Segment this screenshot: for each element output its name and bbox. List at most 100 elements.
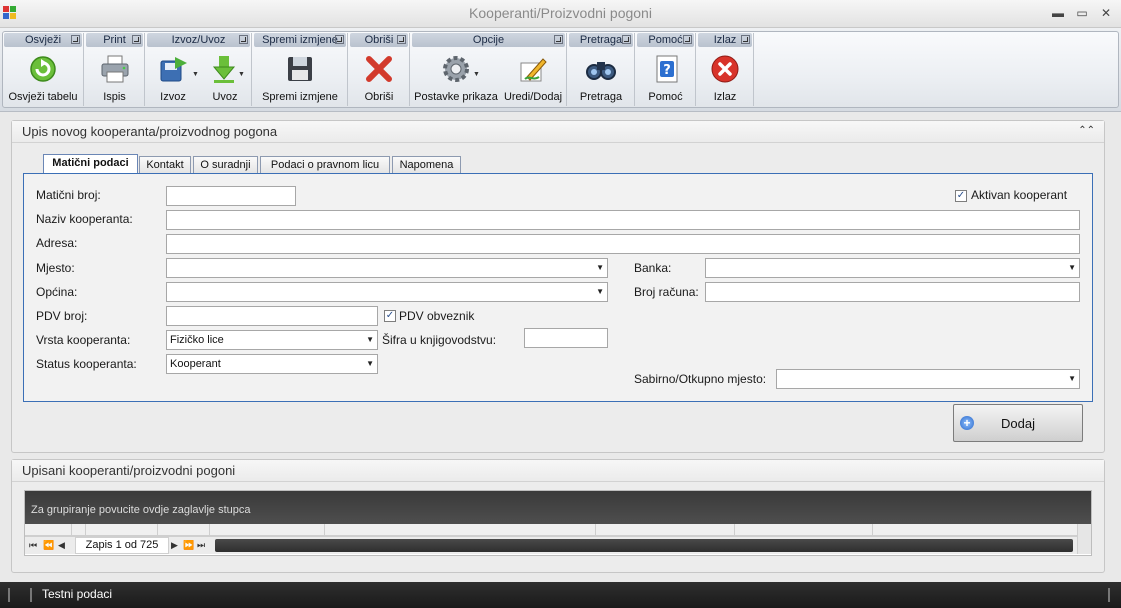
ribbon-group-pretraga: Pretraga Pretraga: [568, 33, 635, 106]
mjesto-select[interactable]: ▼: [166, 258, 608, 278]
ribbon-group-spremi: Spremi izmjene Spremi izmjene: [253, 33, 348, 106]
last-page-icon[interactable]: ⏭: [197, 540, 205, 551]
refresh-table-button[interactable]: Osvježi tabelu: [3, 49, 83, 105]
next-record-icon[interactable]: ▶: [171, 540, 178, 551]
group-launcher-icon[interactable]: [741, 35, 750, 44]
status-kooperanta-select[interactable]: Kooperant ▼: [166, 354, 378, 374]
group-by-panel[interactable]: Za grupiranje povucite ovdje zaglavlje s…: [25, 491, 1091, 524]
window-title: Kooperanti/Proizvodni pogoni: [469, 5, 652, 21]
record-info: Zapis 1 od 725: [75, 537, 169, 554]
status-divider: [30, 588, 32, 602]
group-launcher-icon[interactable]: [397, 35, 406, 44]
ribbon-button-label: Postavke prikaza: [414, 91, 498, 103]
column-header[interactable]: [734, 524, 872, 535]
tab-podaci-o-pravnom-licu[interactable]: Podaci o pravnom licu: [260, 156, 390, 174]
vrsta-kooperanta-select[interactable]: Fizičko lice ▼: [166, 330, 378, 350]
horizontal-scrollbar[interactable]: [215, 539, 1073, 552]
chevron-down-icon: ▼: [192, 71, 199, 78]
help-button[interactable]: ? Pomoć: [636, 49, 695, 105]
prev-page-icon[interactable]: ⏪: [43, 540, 54, 551]
banka-select[interactable]: ▼: [705, 258, 1080, 278]
ribbon-button-label: Uvoz: [212, 91, 238, 103]
import-icon: [212, 56, 236, 83]
view-settings-button[interactable]: ▼ Postavke prikaza: [413, 49, 499, 105]
export-icon: [160, 57, 187, 82]
ribbon-group-title: Pretraga: [579, 34, 623, 46]
column-header[interactable]: [595, 524, 734, 535]
chevron-down-icon: ▼: [596, 263, 604, 272]
adresa-input[interactable]: [166, 234, 1080, 254]
pdv-obveznik-checkbox[interactable]: ✓: [384, 310, 396, 322]
first-page-icon[interactable]: ⏮: [29, 540, 37, 551]
group-launcher-icon[interactable]: [683, 35, 692, 44]
pdv-broj-input[interactable]: [166, 306, 378, 326]
naziv-kooperanta-input[interactable]: [166, 210, 1080, 230]
sifra-input[interactable]: [524, 328, 608, 348]
entry-panel-title: Upis novog kooperanta/proizvodnog pogona: [12, 121, 1104, 143]
save-changes-button[interactable]: Spremi izmjene: [253, 49, 347, 105]
status-grip: [8, 588, 10, 602]
group-launcher-icon[interactable]: [71, 35, 80, 44]
ribbon: Osvježi Osvježi tabelu Print Ispis Izvoz…: [0, 28, 1121, 112]
column-header[interactable]: [71, 524, 85, 535]
vertical-scrollbar[interactable]: [1077, 524, 1091, 554]
ribbon-group-title: Print: [103, 34, 126, 46]
group-launcher-icon[interactable]: [335, 35, 344, 44]
prev-record-icon[interactable]: ◀: [58, 540, 65, 551]
tab-maticni-podaci[interactable]: Matični podaci: [43, 154, 138, 174]
pdv-broj-label: PDV broj:: [36, 309, 88, 323]
group-launcher-icon[interactable]: [554, 35, 563, 44]
group-launcher-icon[interactable]: [239, 35, 248, 44]
close-button[interactable]: ✕: [1098, 6, 1114, 20]
column-header[interactable]: [324, 524, 595, 535]
ribbon-group-title: Opcije: [472, 34, 505, 46]
delete-button[interactable]: Obriši: [349, 49, 409, 105]
ribbon-group-izlaz: Izlaz Izlaz: [697, 33, 754, 106]
exit-button[interactable]: Izlaz: [697, 49, 753, 105]
ribbon-group-obrisi: Obriši Obriši: [349, 33, 410, 106]
column-header[interactable]: [209, 524, 324, 535]
import-button[interactable]: ▼ Uvoz: [200, 49, 250, 105]
group-launcher-icon[interactable]: [622, 35, 631, 44]
export-button[interactable]: ▼ Izvoz: [148, 49, 199, 105]
search-button[interactable]: Pretraga: [568, 49, 634, 105]
column-header[interactable]: [872, 524, 1074, 535]
aktivan-kooperant-checkbox[interactable]: ✓: [955, 190, 967, 202]
entry-panel: Upis novog kooperanta/proizvodnog pogona…: [11, 120, 1105, 453]
vrsta-kooperanta-value: Fizičko lice: [170, 334, 224, 346]
group-launcher-icon[interactable]: [132, 35, 141, 44]
edit-add-button[interactable]: Uredi/Dodaj: [501, 49, 565, 105]
column-header[interactable]: [157, 524, 209, 535]
chevron-down-icon: ▼: [473, 71, 480, 78]
resize-grip-icon[interactable]: [1108, 588, 1110, 602]
opcina-select[interactable]: ▼: [166, 282, 608, 302]
ribbon-group-osvjezi: Osvježi Osvježi tabelu: [3, 33, 84, 106]
save-icon: [288, 57, 312, 81]
add-button[interactable]: + Dodaj: [953, 404, 1083, 442]
minimize-button[interactable]: ▬: [1050, 6, 1066, 20]
maticni-broj-input[interactable]: [166, 186, 296, 206]
gear-icon: [443, 56, 469, 82]
ribbon-button-label: Pretraga: [579, 91, 623, 103]
ribbon-button-label: Obriši: [364, 91, 394, 103]
ribbon-group-izvoz-uvoz: Izvoz/Uvoz ▼ Izvoz ▼ Uvoz: [146, 33, 252, 106]
tab-napomena[interactable]: Napomena: [392, 156, 461, 174]
add-button-label: Dodaj: [1001, 416, 1035, 431]
print-button[interactable]: Ispis: [85, 49, 144, 105]
chevron-down-icon: ▼: [596, 287, 604, 296]
sabirno-mjesto-label: Sabirno/Otkupno mjesto:: [634, 372, 767, 386]
printer-icon: [101, 55, 128, 83]
sabirno-mjesto-select[interactable]: ▼: [776, 369, 1080, 389]
maximize-button[interactable]: ▭: [1074, 6, 1090, 20]
tab-kontakt[interactable]: Kontakt: [139, 156, 191, 174]
next-page-icon[interactable]: ⏩: [183, 540, 194, 551]
column-header[interactable]: [85, 524, 157, 535]
tab-o-suradnji[interactable]: O suradnji: [193, 156, 258, 174]
list-panel: Upisani kooperanti/proizvodni pogoni Za …: [11, 459, 1105, 573]
aktivan-kooperant-label: Aktivan kooperant: [971, 188, 1068, 202]
chevron-down-icon: ▼: [366, 359, 374, 368]
broj-racuna-input[interactable]: [705, 282, 1080, 302]
naziv-kooperanta-label: Naziv kooperanta:: [36, 212, 133, 226]
collapse-icon[interactable]: ⌃⌃: [1078, 125, 1095, 136]
chevron-down-icon: ▼: [366, 335, 374, 344]
